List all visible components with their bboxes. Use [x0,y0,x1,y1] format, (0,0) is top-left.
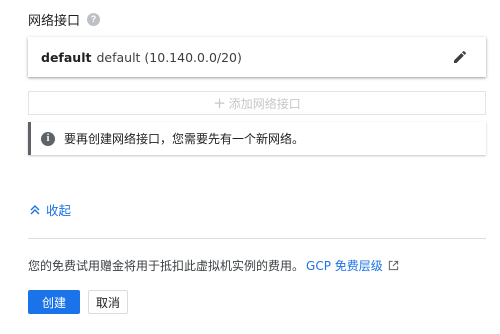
section-title: 网络接口 [28,13,81,29]
create-button[interactable]: 创建 [28,290,80,314]
free-trial-note-text: 您的免费试用赠金将用于抵扣此虚拟机实例的费用。 [28,259,305,273]
external-link-icon [388,260,398,271]
pencil-icon[interactable] [452,49,468,65]
info-icon: i [41,131,55,146]
double-chevron-up-icon [30,204,40,214]
info-message-text: 要再创建网络接口，您需要先有一个新网络。 [64,132,305,146]
interface-detail: default (10.140.0.0/20) [96,49,242,65]
add-network-interface-button[interactable]: + 添加网络接口 [28,91,486,115]
cancel-button[interactable]: 取消 [88,290,128,314]
collapse-label: 收起 [46,203,72,218]
divider [28,238,486,239]
interface-name: default [41,49,92,65]
collapse-link[interactable]: 收起 [30,200,71,219]
help-circle-icon[interactable]: ? [87,12,101,26]
add-network-interface-label: 添加网络接口 [228,96,301,111]
gcp-free-tier-label: GCP 免费层级 [306,259,383,273]
network-interface-row[interactable]: default default (10.140.0.0/20) [28,37,486,77]
info-message: i 要再创建网络接口，您需要先有一个新网络。 [28,122,486,155]
plus-icon: + [213,93,226,112]
free-trial-note: 您的免费试用赠金将用于抵扣此虚拟机实例的费用。 GCP 免费层级 [28,257,399,274]
gcp-free-tier-link[interactable]: GCP 免费层级 [306,257,399,274]
network-interfaces-heading: 网络接口 ? [28,10,101,29]
